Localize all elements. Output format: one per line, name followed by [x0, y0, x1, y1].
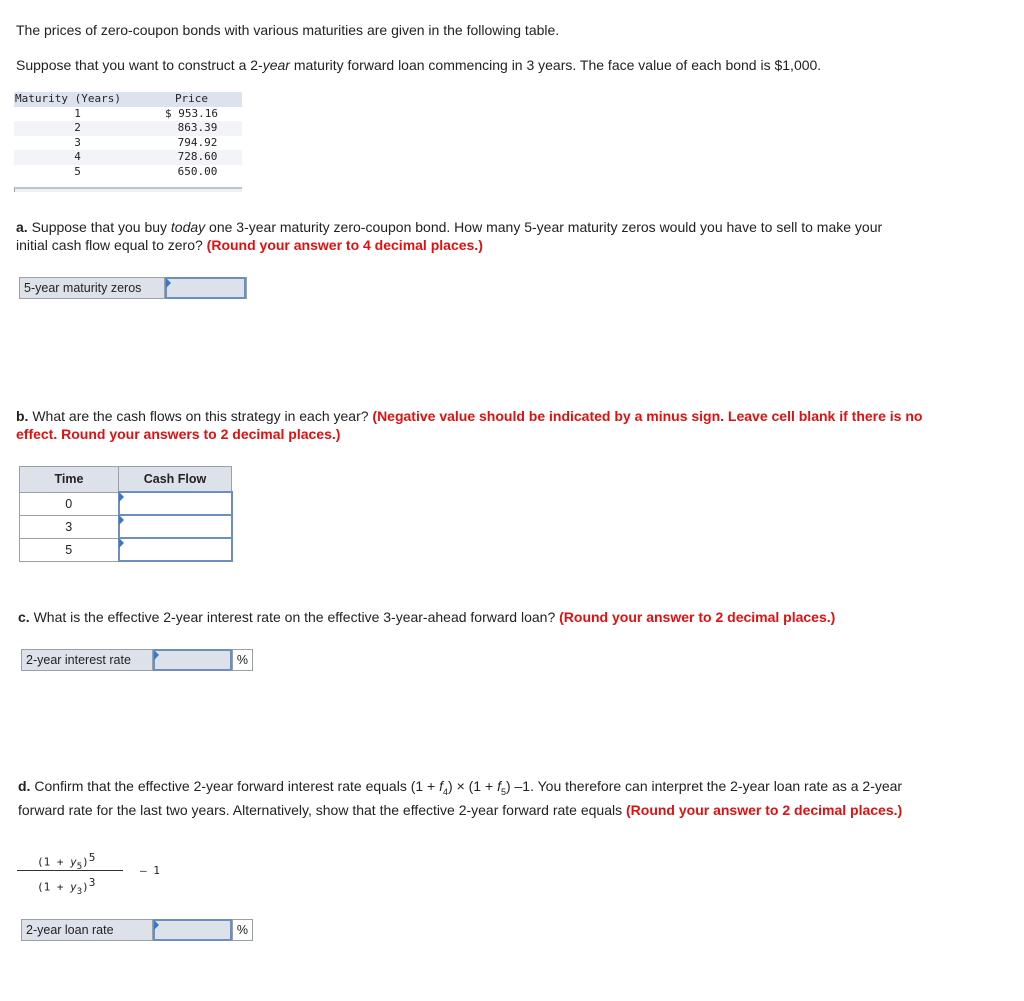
cash-flow-cell[interactable]	[117, 491, 235, 516]
table-row: 0	[19, 491, 235, 516]
price-cell: 650.00	[177, 164, 218, 178]
table-header-row: Time Cash Flow	[19, 466, 232, 493]
price-cell: 794.92	[177, 135, 218, 149]
maturity-cell: 3	[74, 135, 81, 149]
table-row: 3 794.92	[14, 136, 242, 151]
instruction-text: (Round your answer to 4 decimal places.)	[206, 237, 483, 253]
table-row: 2 863.39	[14, 121, 242, 136]
fraction-bar	[17, 870, 123, 871]
answer-row-c: 2-year interest rate %	[21, 649, 253, 671]
flag-icon	[166, 278, 172, 288]
question-letter: c.	[18, 609, 30, 625]
table-row: 5	[19, 537, 235, 562]
formula-text: )	[82, 855, 89, 869]
question-letter: b.	[16, 408, 29, 424]
bond-price-table: Maturity (Years) Price 1 $ 953.16 2 863.…	[14, 92, 242, 179]
question-letter: d.	[18, 778, 31, 794]
table-bottom-rule	[14, 187, 242, 192]
cash-flow-cell[interactable]	[117, 514, 235, 539]
question-text: Confirm that the effective 2-year forwar…	[30, 778, 440, 794]
flag-icon	[118, 538, 124, 548]
flag-icon	[154, 920, 160, 930]
intro-text: maturity forward loan commencing in 3 ye…	[289, 57, 822, 73]
maturity-cell: 1	[74, 106, 81, 120]
formula-minus-one: – 1	[140, 864, 160, 877]
instruction-text: (Round your answer to 2 decimal places.)	[626, 801, 903, 818]
table-row: 5 650.00	[14, 165, 242, 180]
question-italic: today	[170, 219, 206, 235]
cash-flow-input[interactable]	[119, 538, 235, 561]
five-year-zeros-input-box[interactable]	[165, 277, 246, 299]
five-year-zeros-input[interactable]	[167, 279, 244, 297]
cash-flow-input[interactable]	[119, 492, 235, 515]
flag-icon	[118, 515, 124, 525]
question-b: b. What are the cash flows on this strat…	[16, 407, 926, 443]
price-cell: 863.39	[141, 121, 242, 136]
formula-denominator: (1 + y3)3	[37, 876, 95, 897]
time-cell: 3	[19, 514, 119, 539]
answer-row-d: 2-year loan rate %	[21, 919, 253, 941]
formula-text: (1 +	[37, 880, 71, 894]
question-d: d. Confirm that the effective 2-year for…	[18, 777, 928, 819]
intro-text: Suppose that you want to construct a 2-	[16, 57, 263, 73]
interest-rate-input-box[interactable]	[153, 649, 232, 671]
answer-label: 2-year interest rate	[22, 650, 154, 670]
table-row: 3	[19, 514, 235, 539]
intro-line-2: Suppose that you want to construct a 2-y…	[16, 56, 821, 74]
flag-icon	[118, 492, 124, 502]
question-text: What are the cash flows on this strategy…	[28, 408, 373, 424]
question-a: a. Suppose that you buy today one 3-year…	[16, 218, 916, 254]
table-row: 4 728.60	[14, 150, 242, 165]
question-text: What is the effective 2-year interest ra…	[29, 609, 560, 625]
price-cell: 728.60	[141, 150, 242, 165]
maturity-cell: 4	[14, 150, 141, 165]
time-cell: 5	[19, 537, 119, 562]
time-cell: 0	[19, 491, 119, 516]
table-header-row: Maturity (Years) Price	[14, 92, 242, 107]
intro-italic: year	[262, 57, 290, 73]
header-maturity: Maturity (Years)	[14, 92, 141, 107]
cash-flow-table: Time Cash Flow 0 3 5	[19, 466, 235, 562]
flag-icon	[154, 650, 160, 660]
header-price: Price	[141, 92, 242, 107]
intro-line-1: The prices of zero-coupon bonds with var…	[16, 22, 560, 38]
formula-text: (1 +	[37, 855, 71, 869]
formula-exp: 3	[88, 876, 96, 889]
formula-var: y	[70, 880, 77, 894]
loan-rate-input[interactable]	[155, 921, 230, 939]
cash-flow-cell[interactable]	[117, 537, 235, 562]
answer-row-a: 5-year maturity zeros	[19, 277, 247, 299]
price-cell: $ 953.16	[165, 106, 218, 120]
question-c: c. What is the effective 2-year interest…	[18, 608, 938, 626]
formula-exp: 5	[88, 851, 96, 864]
formula-var: y	[70, 855, 77, 869]
interest-rate-input[interactable]	[155, 651, 230, 669]
percent-unit: %	[231, 920, 252, 940]
formula-numerator: (1 + y5)5	[37, 851, 95, 872]
question-text: ) × (1 +	[448, 778, 498, 794]
instruction-text: (Round your answer to 2 decimal places.)	[559, 609, 836, 625]
answer-label: 2-year loan rate	[22, 920, 154, 940]
question-letter: a.	[16, 219, 28, 235]
loan-rate-input-box[interactable]	[153, 919, 232, 941]
maturity-cell: 5	[74, 164, 81, 178]
header-time: Time	[19, 466, 119, 493]
percent-unit: %	[231, 650, 252, 670]
question-text: Suppose that you buy	[27, 219, 171, 235]
header-cash-flow: Cash Flow	[118, 466, 232, 493]
answer-label: 5-year maturity zeros	[20, 278, 166, 298]
maturity-cell: 2	[14, 121, 141, 136]
cash-flow-input[interactable]	[119, 515, 235, 538]
table-row: 1 $ 953.16	[14, 107, 242, 122]
formula-text: )	[82, 880, 89, 894]
